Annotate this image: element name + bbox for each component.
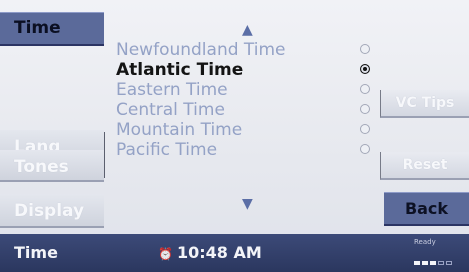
radio-newfoundland[interactable]	[360, 44, 370, 54]
radio-column	[360, 44, 376, 164]
ready-indicator: Ready	[414, 238, 436, 246]
radio-atlantic[interactable]	[360, 64, 370, 74]
tab-time[interactable]: Time	[0, 12, 104, 46]
tab-tones[interactable]: Tones	[0, 150, 104, 182]
timezone-item-newfoundland[interactable]: Newfoundland Time	[116, 40, 376, 60]
timezone-item-eastern[interactable]: Eastern Time	[116, 80, 376, 100]
radio-pacific[interactable]	[360, 144, 370, 154]
status-title: Time	[14, 243, 58, 262]
reset-button[interactable]: Reset	[380, 152, 469, 180]
radio-central[interactable]	[360, 104, 370, 114]
scroll-up-icon[interactable]: ▲	[242, 22, 253, 38]
phone-screen: Time Lang Tones Display ▲ ▼ Newfoundland…	[0, 0, 469, 272]
radio-eastern[interactable]	[360, 84, 370, 94]
radio-mountain[interactable]	[360, 124, 370, 134]
timezone-list: Newfoundland Time Atlantic Time Eastern …	[116, 40, 376, 160]
tab-divider	[104, 150, 109, 178]
timezone-item-mountain[interactable]: Mountain Time	[116, 120, 376, 140]
tab-display[interactable]: Display	[0, 194, 104, 228]
timezone-item-atlantic[interactable]: Atlantic Time	[116, 60, 376, 80]
back-button[interactable]: Back	[384, 192, 469, 226]
status-bar: Time ⏰ 10:48 AM Ready	[0, 234, 469, 272]
scroll-down-icon[interactable]: ▼	[242, 196, 253, 212]
timezone-item-pacific[interactable]: Pacific Time	[116, 140, 376, 160]
timezone-item-central[interactable]: Central Time	[116, 100, 376, 120]
clock-text: 10:48 AM	[176, 243, 262, 262]
vc-tips-button[interactable]: VC Tips	[380, 90, 469, 118]
status-clock: ⏰ 10:48 AM	[158, 243, 262, 262]
signal-icon	[414, 250, 454, 269]
alarm-icon: ⏰	[158, 247, 173, 261]
